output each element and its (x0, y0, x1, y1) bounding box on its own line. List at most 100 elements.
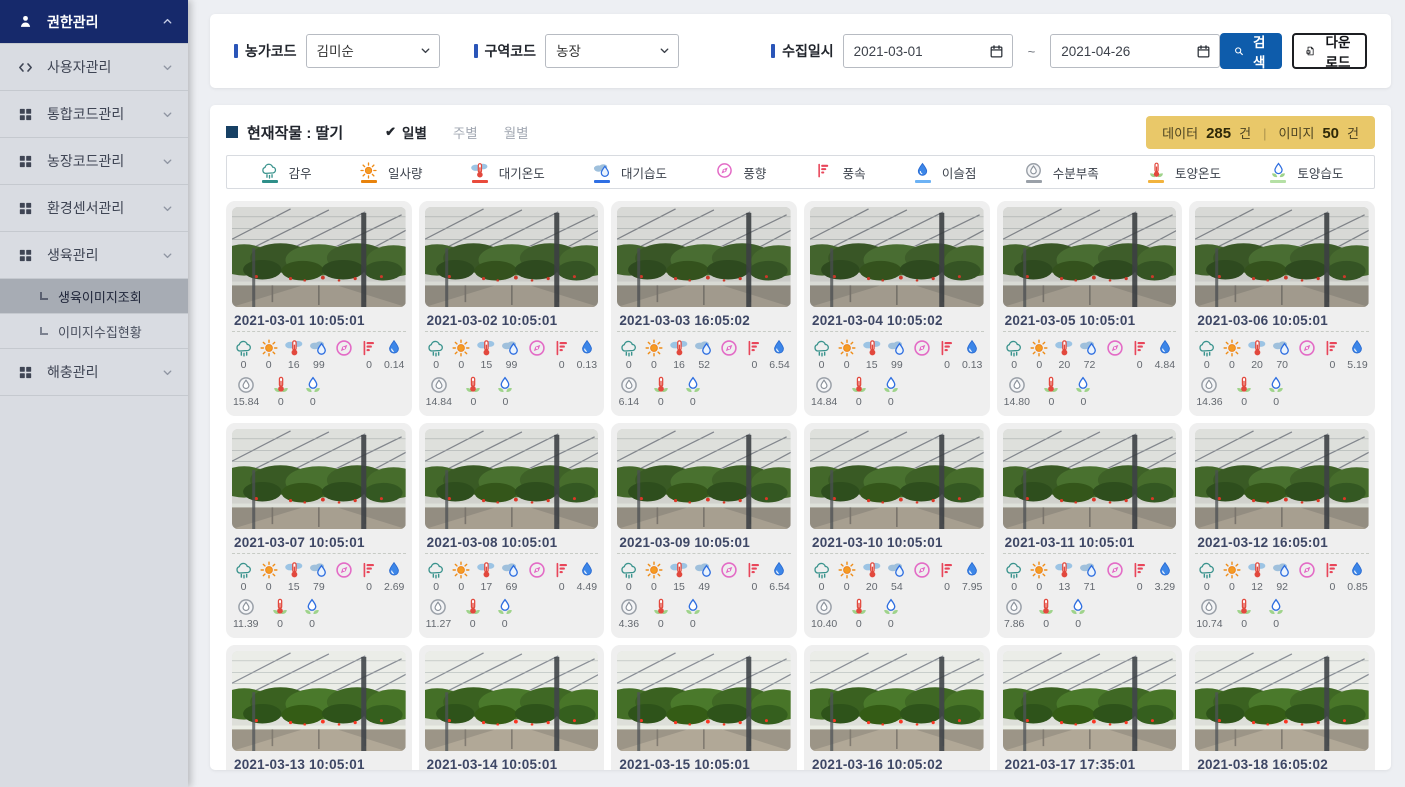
sensor-cell: 0 (258, 338, 279, 371)
sensor-row-1: 0 0 12 92 0 0.85 (1195, 560, 1369, 593)
legend-label: 대기습도 (621, 163, 667, 182)
windspeed-icon (744, 560, 764, 580)
image-card[interactable]: 2021-03-08 10:05:01 0 0 17 69 0 4.49 11.… (419, 423, 605, 638)
download-button[interactable]: 다운로드 (1292, 33, 1367, 69)
sensor-value: 0.13 (577, 359, 597, 371)
sensor-value: 15 (288, 581, 300, 593)
sensor-cell: 0 (1036, 597, 1057, 630)
soilhum-icon (881, 375, 901, 395)
period-tab[interactable]: ✔ 일별 (385, 122, 427, 142)
sidebar-subitem[interactable]: 이미지수집현황 (0, 314, 188, 349)
deficit-icon (1199, 597, 1219, 617)
sensor-value: 0 (888, 396, 894, 408)
data-count-unit: 건 (1239, 123, 1251, 142)
sensor-cell: 0 (682, 597, 703, 630)
sidebar-subitem[interactable]: 생육이미지조회 (0, 279, 188, 314)
check-icon: ✔ (385, 124, 396, 140)
sensor-cell: 0.13 (962, 338, 983, 371)
sidebar-item[interactable]: 사용자관리 (0, 44, 188, 91)
sidebar-item-label: 환경센서관리 (47, 198, 161, 218)
label-accent-bar (234, 44, 238, 58)
content-header: 현재작물 : 딸기 ✔ 일별 ✔ 주별 ✔ 월별 데이터 285 건 | 이미지… (226, 117, 1375, 147)
image-card[interactable]: 2021-03-03 16:05:02 0 0 16 52 0 6.54 6.1… (611, 201, 797, 416)
winddir-icon (719, 338, 739, 358)
sensor-cell: 99 (501, 338, 522, 371)
airtemp-icon (1054, 338, 1074, 358)
image-card[interactable]: 2021-03-17 17:35:01 (997, 645, 1183, 770)
sun-icon (357, 161, 381, 183)
sensor-cell: 72 (1079, 338, 1100, 371)
image-card[interactable]: 2021-03-12 16:05:01 0 0 12 92 0 0.85 10.… (1189, 423, 1375, 638)
search-button[interactable]: 검색 (1220, 33, 1281, 69)
legend-item: 토양습도 (1266, 161, 1343, 183)
period-tab[interactable]: ✔ 월별 (504, 122, 529, 142)
sensor-cell: 49 (694, 560, 715, 593)
date-from-input[interactable]: 2021-03-01 (843, 34, 1013, 68)
sidebar-item[interactable]: 농장코드관리 (0, 138, 188, 185)
date-to-input[interactable]: 2021-04-26 (1050, 34, 1220, 68)
sensor-value: 13 (1059, 581, 1071, 593)
sun-icon (837, 338, 857, 358)
chevron-down-icon (161, 108, 174, 121)
image-card[interactable]: 2021-03-02 10:05:01 0 0 15 99 0 0.13 14.… (419, 201, 605, 416)
image-card[interactable]: 2021-03-07 10:05:01 0 0 15 79 0 2.69 11.… (226, 423, 412, 638)
legend-item: 토양온도 (1144, 161, 1221, 183)
sensor-value: 20 (1059, 359, 1071, 371)
sidebar-item[interactable]: 환경센서관리 (0, 185, 188, 232)
image-card[interactable]: 2021-03-10 10:05:01 0 0 20 54 0 7.95 10.… (804, 423, 990, 638)
sensor-cell: 0 (618, 338, 639, 371)
sensor-legend: 감우 일사량 대기온도 대기습도 풍향 풍속 (226, 155, 1375, 189)
sensor-value: 4.49 (577, 581, 597, 593)
soilhum-icon (303, 375, 323, 395)
greenhouse-photo (810, 207, 984, 307)
collection-date-label: 수집일시 (771, 41, 834, 61)
sidebar-item[interactable]: 생육관리 (0, 232, 188, 279)
airhum-icon (887, 338, 907, 358)
sensor-cell: 14.84 (811, 375, 837, 408)
winddir-icon (334, 560, 354, 580)
zone-code-group: 구역코드 농장 (474, 34, 680, 68)
soilhum-icon (683, 597, 703, 617)
legend-underline (915, 180, 931, 183)
image-card[interactable]: 2021-03-05 10:05:01 0 0 20 72 0 4.84 14.… (997, 201, 1183, 416)
calendar-icon[interactable] (989, 44, 1004, 59)
airhum-icon (309, 338, 329, 358)
sensor-value: 15 (866, 359, 878, 371)
image-card[interactable]: 2021-03-04 10:05:02 0 0 15 99 0 0.13 14.… (804, 201, 990, 416)
sidebar-item[interactable]: 통합코드관리 (0, 91, 188, 138)
image-card[interactable]: 2021-03-14 10:05:01 (419, 645, 605, 770)
sensor-cell: 6.54 (769, 560, 790, 593)
image-card[interactable]: 2021-03-16 10:05:02 (804, 645, 990, 770)
calendar-icon[interactable] (1196, 44, 1211, 59)
sensor-value: 0 (458, 581, 464, 593)
sensor-value: 0 (1329, 359, 1335, 371)
sensor-cell (911, 560, 932, 593)
sensor-value: 0 (1075, 618, 1081, 630)
zone-code-select[interactable]: 농장 (545, 34, 679, 68)
rain-icon (812, 560, 832, 580)
sidebar-item[interactable]: 권한관리 (0, 0, 188, 44)
sensor-value: 0 (1329, 581, 1335, 593)
rain-icon (619, 560, 639, 580)
card-divider (1195, 331, 1369, 332)
sensor-cell: 0 (650, 375, 671, 408)
sensor-cell: 99 (886, 338, 907, 371)
image-card[interactable]: 2021-03-06 10:05:01 0 0 20 70 0 5.19 14.… (1189, 201, 1375, 416)
image-card[interactable]: 2021-03-11 10:05:01 0 0 13 71 0 3.29 7.8… (997, 423, 1183, 638)
image-card[interactable]: 2021-03-01 10:05:01 0 0 16 99 0 0.14 15.… (226, 201, 412, 416)
farm-code-select[interactable]: 김미순 (306, 34, 440, 68)
sensor-row-1: 0 0 15 99 0 0.13 (425, 338, 599, 371)
sensor-value: 0 (819, 581, 825, 593)
dew-icon (1155, 560, 1175, 580)
image-card[interactable]: 2021-03-18 16:05:02 (1189, 645, 1375, 770)
sidebar-item[interactable]: 해충관리 (0, 349, 188, 396)
soiltemp-icon (463, 597, 483, 617)
sensor-value: 0 (844, 581, 850, 593)
sensor-cell: 0 (1234, 375, 1255, 408)
greenhouse-photo (232, 429, 406, 529)
period-tab[interactable]: ✔ 주별 (453, 122, 478, 142)
sensor-value: 0 (690, 396, 696, 408)
image-card[interactable]: 2021-03-09 10:05:01 0 0 15 49 0 6.54 4.3… (611, 423, 797, 638)
image-card[interactable]: 2021-03-15 10:05:01 (611, 645, 797, 770)
image-card[interactable]: 2021-03-13 10:05:01 (226, 645, 412, 770)
